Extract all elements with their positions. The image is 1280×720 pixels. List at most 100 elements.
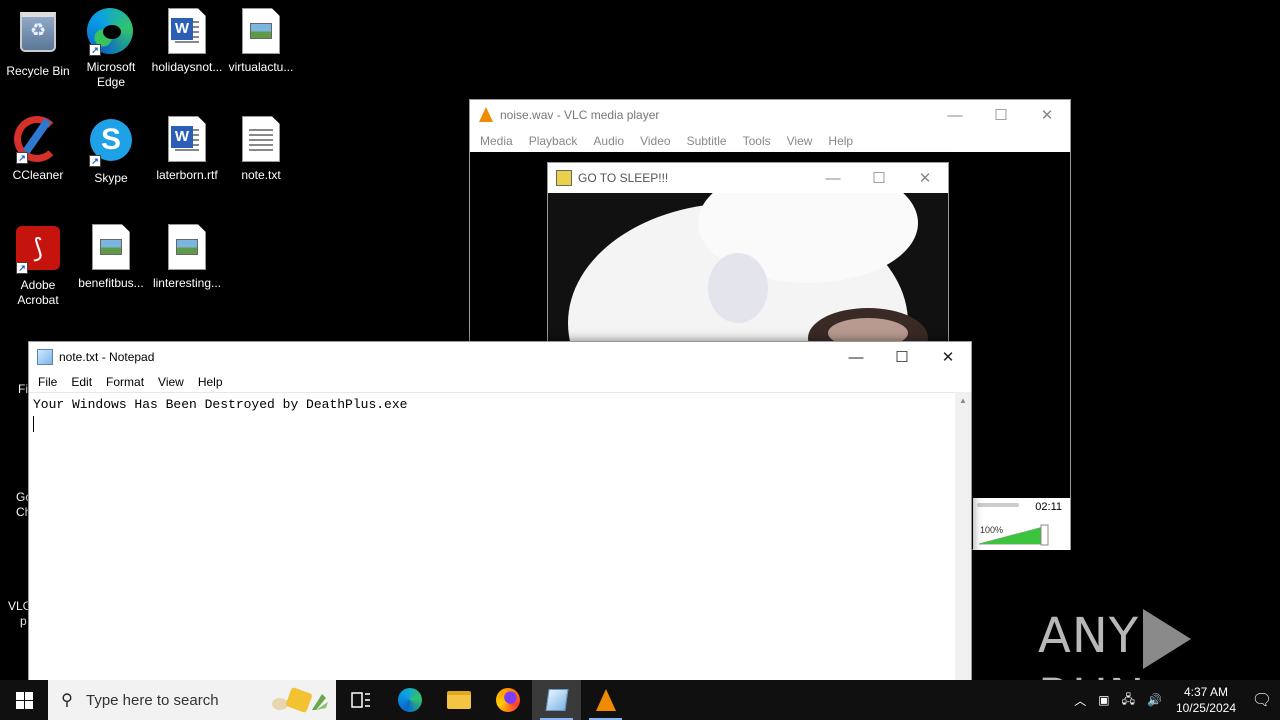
image-file-icon xyxy=(163,224,211,272)
notepad-icon xyxy=(544,689,569,711)
firefox-icon xyxy=(495,688,520,712)
vlc-controls: 02:11 100% xyxy=(973,498,1070,550)
meet-now-icon[interactable]: ▣ xyxy=(1092,693,1115,707)
vlc-menu-subtitle[interactable]: Subtitle xyxy=(679,130,735,152)
desktop-icon-label: virtualactu... xyxy=(228,60,294,74)
word-document-icon: W xyxy=(163,8,211,56)
partial-icon-label: p xyxy=(20,614,27,628)
windows-logo-icon xyxy=(15,691,33,709)
desktop-icon-linteresting[interactable]: linteresting... xyxy=(149,224,225,291)
vlc-menu-playback[interactable]: Playback xyxy=(521,130,586,152)
search-placeholder: Type here to search xyxy=(86,691,219,709)
desktop-icon-label: note.txt xyxy=(241,168,281,182)
desktop-icon-ccleaner[interactable]: ↗ CCleaner xyxy=(0,116,76,183)
text-file-icon xyxy=(237,116,285,164)
desktop-icon-virtualactu[interactable]: virtualactu... xyxy=(223,8,299,75)
image-file-icon xyxy=(237,8,285,56)
sleep-window[interactable]: GO TO SLEEP!!! — ☐ ✕ xyxy=(547,162,949,343)
minimize-button[interactable]: — xyxy=(833,342,879,372)
close-button[interactable]: ✕ xyxy=(1024,100,1070,130)
notepad-text-area[interactable]: Your Windows Has Been Destroyed by Death… xyxy=(29,392,955,680)
vlc-menu-media[interactable]: Media xyxy=(472,130,521,152)
vlc-menu-audio[interactable]: Audio xyxy=(585,130,632,152)
desktop-icon-skype[interactable]: S ↗ Skype xyxy=(73,116,149,186)
desktop-icon-label: holidaysnot... xyxy=(151,60,223,74)
vlc-cone-icon xyxy=(595,689,616,711)
taskbar-file-explorer[interactable] xyxy=(434,680,483,720)
volume-slider[interactable] xyxy=(979,524,1051,546)
menu-view[interactable]: View xyxy=(151,372,191,392)
search-icon: ⚲ xyxy=(61,692,73,709)
notepad-menubar: File Edit Format View Help xyxy=(29,372,971,392)
desktop-icon-label: Recycle Bin xyxy=(6,64,70,78)
vertical-scrollbar[interactable]: ▲ xyxy=(955,392,971,680)
edge-icon: ↗ xyxy=(87,8,135,56)
chevron-up-icon[interactable]: ︿ xyxy=(1068,692,1092,709)
taskbar-edge[interactable] xyxy=(385,680,434,720)
desktop-icon-benefitbus[interactable]: benefitbus... xyxy=(73,224,149,291)
playback-time: 02:11 xyxy=(1035,501,1062,513)
seek-bar[interactable] xyxy=(977,503,1019,507)
desktop-icon-label: linteresting... xyxy=(152,276,222,290)
skype-icon: S ↗ xyxy=(87,119,135,167)
vlc-title: noise.wav - VLC media player xyxy=(500,108,660,122)
menu-edit[interactable]: Edit xyxy=(64,372,99,392)
text-caret xyxy=(33,416,34,432)
notepad-titlebar[interactable]: note.txt - Notepad — ☐ ✕ xyxy=(29,342,971,372)
notepad-content: Your Windows Has Been Destroyed by Death… xyxy=(33,397,408,412)
desktop-icon-label: Adobe Acrobat xyxy=(17,278,59,307)
vlc-menu-tools[interactable]: Tools xyxy=(735,130,779,152)
notepad-window[interactable]: note.txt - Notepad — ☐ ✕ File Edit Forma… xyxy=(28,341,972,681)
desktop-icon-laterborn[interactable]: W laterborn.rtf xyxy=(149,116,225,183)
taskbar: ⚲ Type here to search ︿ ▣ 🖧 🔊 4:37 AM 10… xyxy=(0,680,1280,720)
minimize-button[interactable]: — xyxy=(810,163,856,193)
vlc-menubar: Media Playback Audio Video Subtitle Tool… xyxy=(470,130,1070,152)
menu-format[interactable]: Format xyxy=(99,372,151,392)
desktop-icon-holidaysnot[interactable]: W holidaysnot... xyxy=(149,8,225,75)
partial-icon-label: Fi xyxy=(18,382,28,396)
minimize-button[interactable]: — xyxy=(932,100,978,130)
desktop-icon-note-txt[interactable]: note.txt xyxy=(223,116,299,183)
folder-icon xyxy=(446,691,471,709)
vlc-titlebar[interactable]: noise.wav - VLC media player — ☐ ✕ xyxy=(470,100,1070,130)
recycle-bin-icon xyxy=(14,12,62,60)
maximize-button[interactable]: ☐ xyxy=(879,342,925,372)
sleep-titlebar[interactable]: GO TO SLEEP!!! — ☐ ✕ xyxy=(548,163,948,193)
desktop-icon-edge[interactable]: ↗ Microsoft Edge xyxy=(73,8,149,90)
task-view-icon xyxy=(350,692,370,708)
word-document-icon: W xyxy=(163,116,211,164)
sleep-image xyxy=(548,193,948,343)
image-file-icon xyxy=(87,224,135,272)
desktop-icon-recycle-bin[interactable]: Recycle Bin xyxy=(0,8,76,79)
maximize-button[interactable]: ☐ xyxy=(856,163,902,193)
notepad-title: note.txt - Notepad xyxy=(59,350,155,364)
vlc-cone-icon xyxy=(478,107,494,123)
notepad-icon xyxy=(37,349,53,365)
app-icon xyxy=(556,170,572,186)
taskbar-firefox[interactable] xyxy=(483,680,532,720)
menu-help[interactable]: Help xyxy=(191,372,230,392)
maximize-button[interactable]: ☐ xyxy=(978,100,1024,130)
close-button[interactable]: ✕ xyxy=(925,342,971,372)
clock-date: 10/25/2024 xyxy=(1175,701,1236,715)
ccleaner-icon: ↗ xyxy=(14,116,62,164)
menu-file[interactable]: File xyxy=(31,372,64,392)
taskbar-search-box[interactable]: ⚲ Type here to search xyxy=(48,680,336,720)
network-icon[interactable]: 🖧 xyxy=(1116,690,1141,711)
start-button[interactable] xyxy=(0,680,48,720)
clock[interactable]: 4:37 AM 10/25/2024 xyxy=(1168,684,1244,716)
close-button[interactable]: ✕ xyxy=(902,163,948,193)
vlc-menu-video[interactable]: Video xyxy=(632,130,678,152)
vlc-menu-help[interactable]: Help xyxy=(820,130,861,152)
clock-time: 4:37 AM xyxy=(1183,685,1228,699)
scroll-up-arrow-icon[interactable]: ▲ xyxy=(955,392,971,405)
volume-icon[interactable]: 🔊 xyxy=(1141,693,1168,707)
taskbar-notepad[interactable] xyxy=(532,680,581,720)
vlc-menu-view[interactable]: View xyxy=(779,130,821,152)
task-view-button[interactable] xyxy=(336,680,385,720)
system-tray: ︿ ▣ 🖧 🔊 4:37 AM 10/25/2024 🗨 xyxy=(1068,680,1280,720)
taskbar-vlc[interactable] xyxy=(581,680,630,720)
edge-icon xyxy=(397,688,422,712)
notification-icon[interactable]: 🗨 xyxy=(1244,690,1280,710)
desktop-icon-acrobat[interactable]: ⟆ ↗ Adobe Acrobat xyxy=(0,224,76,308)
